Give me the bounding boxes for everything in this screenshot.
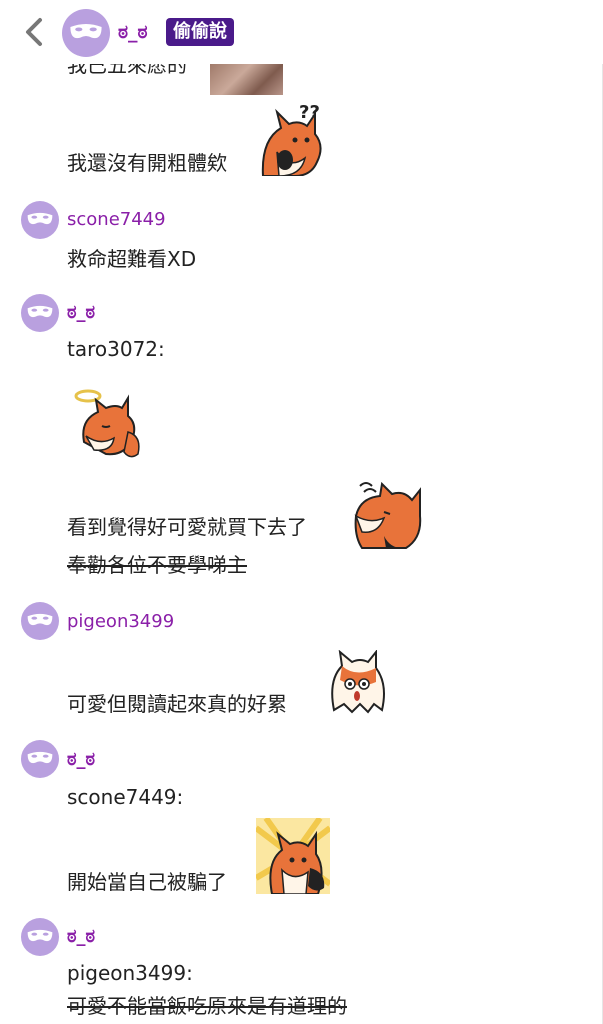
chat-header: ಠ_ಠ 偷偷說	[0, 0, 603, 64]
username[interactable]: scone7449	[67, 209, 166, 230]
board-badge[interactable]: 偷偷說	[166, 18, 234, 46]
message-text: 我還沒有開粗體欸	[67, 151, 227, 175]
chat-title: ಠ_ಠ	[118, 21, 148, 43]
avatar[interactable]	[21, 918, 59, 956]
message-strikethrough: 可愛不能當飯吃原來是有道理的	[67, 994, 347, 1018]
avatar[interactable]	[21, 201, 59, 239]
chat-content: 我已五來愿的 我還沒有開粗體欸 ?? scone7449 救命超難看XD ಠ_ಠ…	[0, 0, 603, 1024]
fox-sticker-sleepy[interactable]	[350, 476, 422, 550]
fox-sticker-question[interactable]: ??	[255, 100, 327, 177]
photo-attachment[interactable]	[210, 64, 283, 95]
quote-reply-name: taro3072:	[67, 337, 165, 361]
username[interactable]: pigeon3499	[67, 611, 174, 632]
avatar[interactable]	[21, 602, 59, 640]
message-strikethrough: 奉勸各位不要學㖒主	[67, 553, 247, 577]
username[interactable]: ಠ_ಠ	[67, 749, 95, 770]
mask-avatar-icon[interactable]	[62, 9, 110, 57]
message-text: 救命超難看XD	[67, 247, 197, 271]
quote-reply-name: pigeon3499:	[67, 961, 193, 985]
message-text: 可愛但閱讀起來真的好累	[67, 692, 287, 716]
fox-sticker-ghost[interactable]	[326, 649, 388, 716]
username[interactable]: ಠ_ಠ	[67, 302, 95, 323]
quote-reply-name: scone7449:	[67, 785, 184, 809]
message-text: 開始當自己被騙了	[67, 870, 227, 894]
fox-sticker-shock[interactable]	[254, 816, 332, 895]
svg-text:??: ??	[299, 102, 320, 123]
fox-sticker-angel[interactable]	[72, 386, 142, 460]
avatar[interactable]	[21, 294, 59, 332]
avatar[interactable]	[21, 740, 59, 778]
back-button[interactable]	[20, 16, 48, 48]
message-text: 看到覺得好可愛就買下去了	[67, 515, 307, 539]
username[interactable]: ಠ_ಠ	[67, 926, 95, 947]
chevron-left-icon	[26, 18, 42, 46]
